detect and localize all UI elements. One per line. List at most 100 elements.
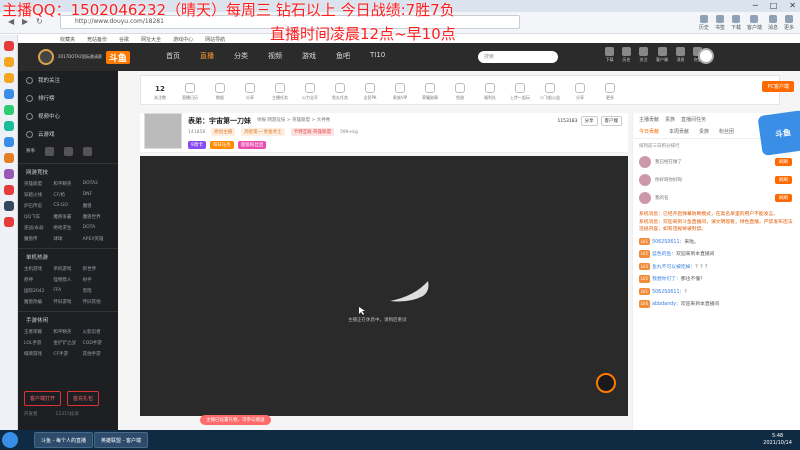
chat-username[interactable]: abbdandy： <box>652 302 681 307</box>
sidebar-category-item[interactable]: 英雄联盟 <box>24 181 53 187</box>
header-messages[interactable]: 消息 <box>676 47 685 63</box>
start-button[interactable] <box>2 432 18 448</box>
panel-head-item[interactable]: 贵族 <box>665 116 675 123</box>
nav-category[interactable]: 分类 <box>234 51 248 61</box>
rank-gift-button[interactable]: 刷刷 <box>775 176 792 184</box>
sidebar-category-item[interactable]: 原神 <box>24 277 53 283</box>
rank-row[interactable]: 我已经在做了 刷刷 <box>633 153 800 171</box>
sidebar-category-item[interactable]: 穿越火线 <box>24 192 53 198</box>
app-icon[interactable] <box>3 41 14 51</box>
tab-fans[interactable]: 粉丝团 <box>719 128 734 135</box>
feature-item[interactable]: 福利社 <box>475 83 505 104</box>
sidebar-category-item[interactable]: 魔兽 <box>83 203 112 209</box>
first-charge-button[interactable]: 首充礼包 <box>67 391 100 406</box>
nav-game[interactable]: 游戏 <box>302 51 316 61</box>
sidebar-category-item[interactable]: 炉石传说 <box>24 203 53 209</box>
sidebar-category-item[interactable]: QQ飞车 <box>24 214 53 220</box>
sidebar-category-item[interactable]: 怀旧其他 <box>83 299 112 305</box>
rank-row[interactable]: 我的名 刷刷 <box>633 189 800 207</box>
sidebar-category-item[interactable]: 绝地求生 <box>53 225 82 231</box>
user-avatar[interactable] <box>698 48 714 64</box>
app-icon[interactable] <box>3 153 14 163</box>
sidebar-item-cloudgame[interactable]: 云游戏 <box>18 125 118 143</box>
rank-row[interactable]: 你好呀你好呀 刷刷 <box>633 171 800 189</box>
bookmark-item[interactable]: 网址大全 <box>141 36 161 43</box>
super-fan-badge[interactable]: 超级粉丝团 <box>237 141 267 149</box>
sidebar-category-item[interactable]: 火影忍者 <box>83 329 112 335</box>
taskbar-app[interactable]: 英雄联盟 - 客户端 <box>94 432 148 448</box>
app-icon[interactable] <box>3 89 14 99</box>
sidebar-item-rank[interactable]: 排行榜 <box>18 89 118 107</box>
sidebar-section-title[interactable]: 网游竞技 <box>18 163 118 179</box>
header-follow[interactable]: 关注 <box>639 47 648 63</box>
sidebar-category-item[interactable]: LOL手游 <box>24 340 53 346</box>
chat-username[interactable]: 鱼丸不可以被吃掉： <box>652 265 695 270</box>
gift-promo-pill[interactable]: 主播已设置礼物，可参与赠送 <box>200 415 271 425</box>
site-logo[interactable]: 2017DOTA2国际邀请赛 斗鱼 <box>38 49 146 65</box>
shield-icon[interactable] <box>83 146 92 156</box>
site-search-input[interactable]: 搜索 <box>478 51 558 63</box>
feature-item[interactable]: 鱼丸任务 <box>325 83 355 104</box>
chat-username[interactable]: 5062S0611： <box>652 290 684 295</box>
header-history[interactable]: 历史 <box>622 47 631 63</box>
nav-live[interactable]: 直播 <box>200 51 214 61</box>
sidebar-event-label[interactable]: 赛事 <box>26 148 35 154</box>
feature-item[interactable]: 12 关注数 <box>145 85 175 104</box>
sidebar-item-video[interactable]: 视频中心 <box>18 107 118 125</box>
sidebar-category-item[interactable]: 和平精英 <box>53 329 82 335</box>
app-icon[interactable] <box>3 73 14 83</box>
header-download[interactable]: 下载 <box>605 47 614 63</box>
app-icon[interactable] <box>3 217 14 227</box>
feature-item[interactable]: 火力全开 <box>295 83 325 104</box>
sidebar-category-item[interactable]: 金铲铲之战 <box>53 340 82 346</box>
sidebar-category-item[interactable]: 怀旧游戏 <box>53 299 82 305</box>
sidebar-category-item[interactable]: 其他手游 <box>83 351 112 357</box>
tag-badge[interactable]: 卡特互联·英雄联盟 <box>290 128 335 136</box>
app-icon[interactable] <box>3 57 14 67</box>
sidebar-section-title[interactable]: 手游休闲 <box>18 311 118 327</box>
tag-badge[interactable]: 周星第一·青金术士 <box>241 128 285 136</box>
feature-item[interactable]: 鱼翅 <box>445 83 475 104</box>
tag-badge[interactable]: 原创主播 <box>211 128 236 136</box>
sidebar-category-item[interactable]: CS:GO <box>53 203 82 209</box>
streamer-avatar[interactable] <box>144 113 182 149</box>
sidebar-category-item[interactable]: DNF <box>83 192 112 198</box>
bookmark-item[interactable]: 竞站备份 <box>87 36 107 43</box>
sidebar-category-item[interactable]: 逆战/永劫 <box>24 225 53 231</box>
sidebar-category-item[interactable]: 国际2042 <box>24 288 53 294</box>
sidebar-category-item[interactable]: 新世界 <box>83 266 112 272</box>
feature-item[interactable]: 直播日历 <box>175 83 205 104</box>
open-client-button[interactable]: 客户端打开 <box>24 391 62 406</box>
sidebar-category-item[interactable]: 主机游戏 <box>24 266 53 272</box>
taskbar-app[interactable]: 斗鱼 - 每个人的直播 <box>34 432 93 448</box>
player-logo-icon[interactable] <box>596 373 616 393</box>
share-button[interactable]: 分享 <box>580 116 598 126</box>
feature-item[interactable]: 更多 <box>595 83 625 104</box>
feature-item[interactable]: 贵族VIP <box>385 83 415 104</box>
bookmark-item[interactable]: 游戏中心 <box>173 36 193 43</box>
sidebar-category-item[interactable]: 黑暗 <box>83 288 112 294</box>
tab-week[interactable]: 本周贡献 <box>669 128 689 135</box>
chat-username[interactable]: 我想你们了： <box>652 277 681 282</box>
client-button[interactable]: 客户端 <box>600 116 622 126</box>
feature-item[interactable]: 小飞船公益 <box>535 83 565 104</box>
panel-head-item[interactable]: 直播间任务 <box>681 116 706 123</box>
sidebar-category-item[interactable]: DOTA <box>83 225 112 231</box>
feature-item[interactable]: 全民PK <box>355 83 385 104</box>
feature-item[interactable]: 分享 <box>565 83 595 104</box>
bookmark-item[interactable]: 收藏夹 <box>60 36 75 43</box>
system-clock[interactable]: 5:48 2021/10/14 <box>763 433 792 447</box>
sidebar-category-item[interactable]: 怪物猎人 <box>53 277 82 283</box>
app-icon[interactable] <box>3 185 14 195</box>
room-category[interactable]: 举报 网游竞技 > 英雄联盟 > 大神秀 <box>257 117 330 123</box>
footer-link[interactable]: 12315投诉 <box>56 411 79 417</box>
feature-item[interactable]: 主播任务 <box>265 83 295 104</box>
nav-home[interactable]: 首页 <box>166 51 180 61</box>
sidebar-category-item[interactable]: 魔兽改编 <box>24 299 53 305</box>
app-icon[interactable] <box>3 201 14 211</box>
rank-gift-button[interactable]: 刷刷 <box>775 194 792 202</box>
chat-username[interactable]: 蓝色的鱼： <box>652 252 676 257</box>
daily-task-badge[interactable]: 每日任务 <box>209 141 234 149</box>
sidebar-category-item[interactable]: 王者荣耀 <box>24 329 53 335</box>
nav-video[interactable]: 视频 <box>268 51 282 61</box>
